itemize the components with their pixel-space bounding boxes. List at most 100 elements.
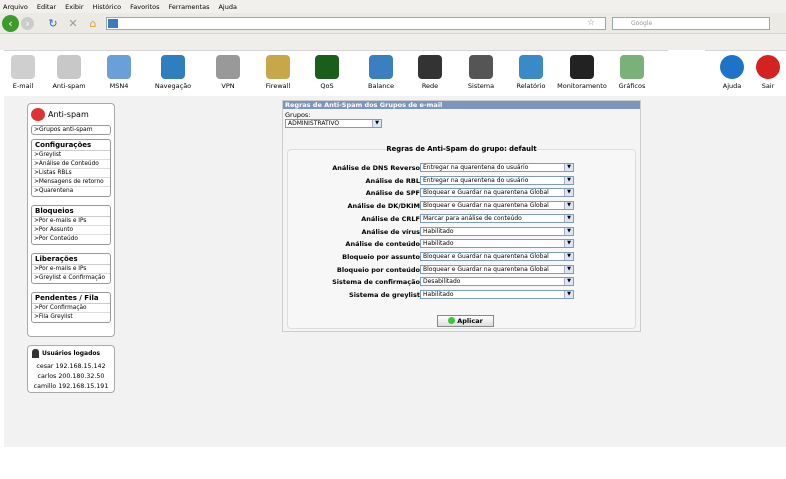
user-ip: 192.168.15.142: [55, 363, 106, 370]
rule-label: Análise de SPF: [365, 189, 420, 198]
rules-title: Regras de Anti-Spam do grupo: default: [386, 145, 537, 153]
toolbar-qos[interactable]: QoS: [302, 53, 352, 90]
toolbar-grficos[interactable]: Gráficos: [607, 53, 657, 90]
sidebar-link[interactable]: >Mensagens de retorno: [32, 178, 110, 187]
sidebar-link[interactable]: >Quarentena: [32, 187, 110, 196]
rule-label: Análise de DNS Reverso: [332, 164, 420, 172]
toolbar-icon: [620, 55, 644, 79]
rule-value: Habilitado: [423, 291, 454, 298]
search-input[interactable]: Google: [612, 17, 770, 30]
groups-select[interactable]: ADMINISTRATIVO ▼: [285, 119, 382, 128]
sidebar-link[interactable]: >Por e-mails e IPs: [32, 217, 110, 226]
sidebar-link[interactable]: >Por Confirmação: [32, 304, 110, 313]
chevron-down-icon: ▼: [564, 176, 573, 184]
rule-select[interactable]: Bloquear e Guardar na quarentena Global ▼: [420, 201, 574, 211]
toolbar-monitoramento[interactable]: Monitoramento: [557, 53, 607, 90]
toolbar-label: Rede: [421, 82, 439, 90]
rule-select[interactable]: Entregar na quarentena do usuário ▼: [420, 175, 574, 185]
rule-label: Análise de DK/DKIM: [347, 202, 421, 211]
logged-user: cesar 192.168.15.142: [32, 362, 110, 372]
rule-row: Análise de SPF Bloquear e Guardar na quar…: [288, 188, 633, 198]
toolbar-label: Relatório: [516, 82, 546, 90]
toolbar-sistema[interactable]: Sistema: [456, 53, 506, 90]
sidebar-link[interactable]: >Greylist: [32, 151, 110, 160]
toolbar-sair[interactable]: Sair: [743, 53, 786, 90]
sidebar-title: Anti-spam: [48, 110, 89, 119]
toolbar-balance[interactable]: Balance: [356, 53, 406, 90]
rule-select[interactable]: Habilitado ▼: [420, 226, 574, 236]
toolbar-label: Firewall: [265, 82, 291, 90]
chevron-down-icon: ▼: [564, 214, 573, 222]
menu-item[interactable]: Ferramentas: [169, 3, 210, 11]
rule-select[interactable]: Habilitado ▼: [420, 239, 574, 249]
toolbar-msn4[interactable]: MSN4: [94, 53, 144, 90]
rule-select[interactable]: Desabilitado ▼: [420, 277, 574, 287]
sidebar-link[interactable]: >Greylist e Confirmação: [32, 274, 110, 283]
stop-icon[interactable]: ✕: [67, 17, 79, 30]
check-icon: [448, 317, 456, 324]
rule-row: Sistema de confirmação Desabilitado ▼: [288, 277, 633, 287]
chevron-down-icon: ▼: [564, 164, 573, 171]
toolbar-label: VPN: [221, 82, 235, 90]
rule-row: Bloqueio por assunto Bloquear e Guardar n…: [288, 251, 633, 262]
toolbar-vpn[interactable]: VPN: [203, 53, 253, 90]
sidebar-link[interactable]: >Análise de Conteúdo: [32, 160, 110, 169]
sidebar-link[interactable]: >Por Conteúdo: [32, 235, 110, 244]
rule-select[interactable]: Habilitado ▼: [420, 290, 574, 299]
menu-item[interactable]: Exibir: [65, 3, 83, 11]
rules-panel: Regras de Anti-Spam dos Grupos de e-mail…: [282, 100, 641, 332]
groups-link[interactable]: >Grupos anti-spam: [31, 125, 111, 135]
toolbar-label: Anti-spam: [52, 82, 86, 90]
toolbar-label: Sair: [761, 82, 775, 90]
toolbar-antispam[interactable]: Anti-spam: [44, 53, 94, 90]
rule-label: Análise de RBL: [365, 176, 420, 185]
logged-users-box: Usuários logados cesar 192.168.15.142 car…: [27, 345, 115, 393]
browser-toolbar-spacer: [0, 34, 786, 50]
chevron-down-icon: ▼: [564, 227, 573, 235]
apply-button[interactable]: Aplicar: [437, 315, 494, 327]
rule-row: Análise de DNS Reverso Entregar na quaren…: [288, 163, 633, 173]
reload-icon[interactable]: ↻: [47, 17, 59, 30]
toolbar-email[interactable]: E-mail: [0, 53, 48, 90]
toolbar-navegao[interactable]: Navegação: [148, 53, 198, 90]
toolbar-icon: [107, 55, 131, 79]
rule-select[interactable]: Bloquear e Guardar na quarentena Global ▼: [420, 251, 574, 261]
groups-select-value: ADMINISTRATIVO: [288, 120, 340, 127]
chevron-down-icon: ▼: [564, 278, 573, 286]
apply-label: Aplicar: [457, 317, 483, 325]
menu-item[interactable]: Arquivo: [3, 3, 28, 11]
toolbar-firewall[interactable]: Firewall: [253, 53, 303, 90]
address-bar[interactable]: ☆: [106, 17, 606, 30]
chevron-down-icon: ▼: [372, 120, 381, 127]
logged-users-title: Usuários logados: [42, 350, 101, 357]
toolbar-label: E-mail: [12, 82, 34, 90]
rule-select[interactable]: Bloquear e Guardar na quarentena Global ▼: [420, 188, 574, 198]
rule-select[interactable]: Bloquear e Guardar na quarentena Global ▼: [420, 264, 574, 274]
toolbar-icon: [519, 55, 543, 79]
user-ip: 200.180.32.50: [58, 373, 105, 380]
toolbar-relatrio[interactable]: Relatório: [506, 53, 556, 90]
sidebar-link[interactable]: >Por Assunto: [32, 226, 110, 235]
rule-select[interactable]: Entregar na quarentena do usuário ▼: [420, 163, 574, 172]
back-button[interactable]: ‹: [2, 15, 19, 32]
rule-value: Bloquear e Guardar na quarentena Global: [423, 252, 549, 260]
user-name: camillo: [33, 383, 57, 390]
rule-select[interactable]: Marcar para análise de conteúdo ▼: [420, 213, 574, 223]
logged-user: camillo 192.168.15.191: [32, 382, 110, 392]
forward-button[interactable]: ›: [21, 17, 34, 30]
menu-item[interactable]: Editar: [37, 3, 56, 11]
menu-item[interactable]: Histórico: [93, 3, 122, 11]
groups-label: Grupos:: [285, 111, 311, 119]
toolbar-rede[interactable]: Rede: [405, 53, 455, 90]
sidebar-link[interactable]: >Listas RBLs: [32, 169, 110, 178]
menu-item[interactable]: Favoritos: [130, 3, 159, 11]
rule-value: Desabilitado: [423, 278, 461, 286]
menu-item[interactable]: Ajuda: [218, 3, 236, 11]
chevron-down-icon: ▼: [564, 189, 573, 197]
bookmark-star-icon[interactable]: ☆: [587, 18, 595, 28]
toolbar-icon: [570, 55, 594, 79]
rule-value: Bloquear e Guardar na quarentena Global: [423, 189, 549, 197]
sidebar-link[interactable]: >Fila Greylist: [32, 313, 110, 322]
home-icon[interactable]: ⌂: [87, 17, 99, 30]
sidebar-link[interactable]: >Por e-mails e IPs: [32, 265, 110, 274]
